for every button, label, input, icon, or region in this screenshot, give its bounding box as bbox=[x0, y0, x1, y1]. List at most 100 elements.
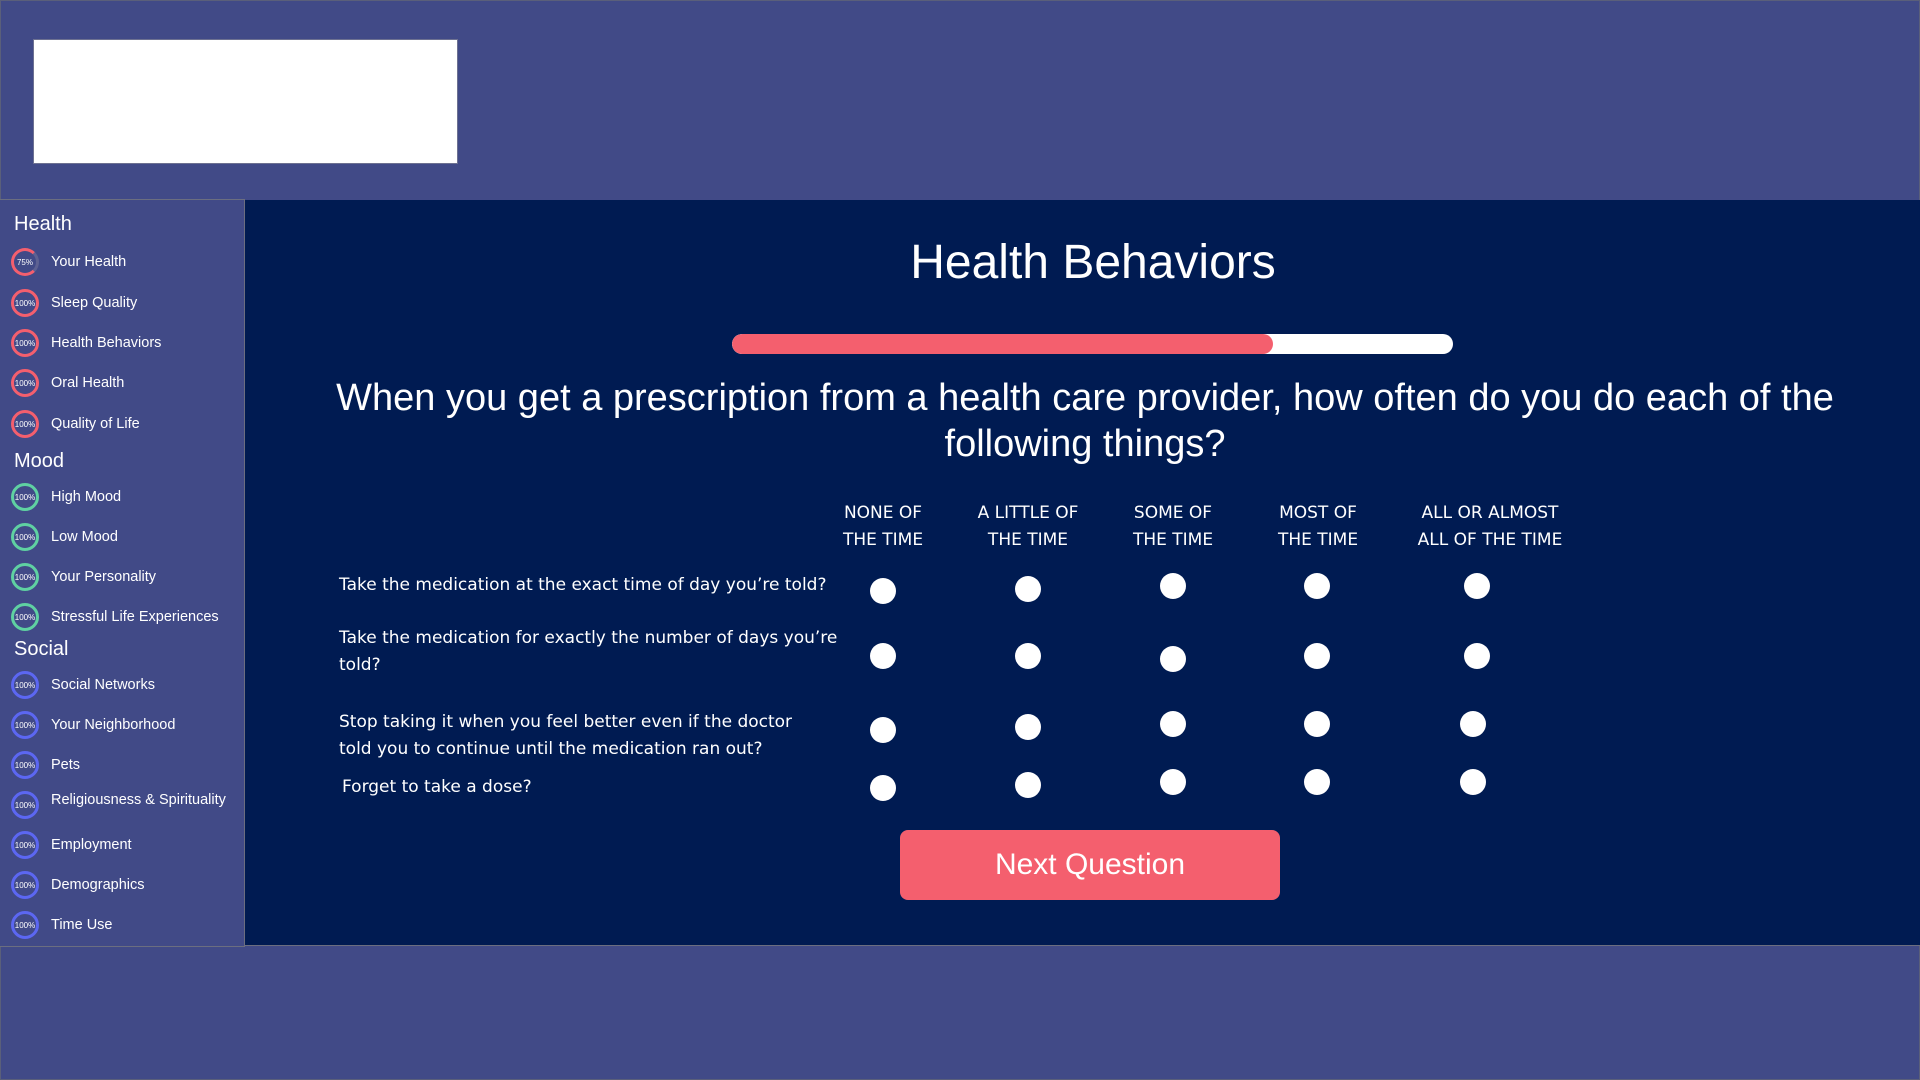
sidebar-item-label: Time Use bbox=[51, 917, 113, 933]
sidebar-item-label: Your Health bbox=[51, 254, 127, 270]
radio-row3-all[interactable] bbox=[1460, 711, 1486, 737]
progress-ring-icon: 75% bbox=[11, 248, 39, 276]
progress-ring-icon: 100% bbox=[11, 329, 39, 357]
sidebar: Health 75% Your Health 100% Sleep Qualit… bbox=[0, 199, 245, 947]
percent-label: 100% bbox=[14, 920, 36, 930]
percent-label: 100% bbox=[14, 338, 36, 348]
column-header-none: NONE OF THE TIME bbox=[843, 500, 923, 554]
radio-row4-all[interactable] bbox=[1460, 769, 1486, 795]
statement-line: told? bbox=[339, 655, 381, 675]
sidebar-item-time-use[interactable]: 100% Time Use bbox=[11, 908, 241, 942]
progress-ring-icon: 100% bbox=[11, 711, 39, 739]
sidebar-item-sleep-quality[interactable]: 100% Sleep Quality bbox=[11, 286, 241, 320]
statement-row-1-label: Take the medication at the exact time of… bbox=[339, 572, 859, 599]
column-header-line: THE TIME bbox=[987, 530, 1069, 550]
sidebar-item-social-networks[interactable]: 100% Social Networks bbox=[11, 668, 241, 702]
percent-label: 100% bbox=[14, 298, 36, 308]
radio-row3-a-little[interactable] bbox=[1015, 714, 1041, 740]
radio-row3-some[interactable] bbox=[1160, 711, 1186, 737]
statement-line: told you to continue until the medicatio… bbox=[339, 739, 763, 759]
sidebar-item-oral-health[interactable]: 100% Oral Health bbox=[11, 366, 241, 400]
sidebar-item-religiousness-spirituality[interactable]: 100% Religiousness & Spirituality bbox=[11, 788, 241, 822]
percent-label: 100% bbox=[14, 880, 36, 890]
percent-label: 100% bbox=[14, 378, 36, 388]
sidebar-item-label: High Mood bbox=[51, 489, 122, 505]
sidebar-item-your-personality[interactable]: 100% Your Personality bbox=[11, 560, 241, 594]
sidebar-item-demographics[interactable]: 100% Demographics bbox=[11, 868, 241, 902]
sidebar-item-label: Sleep Quality bbox=[51, 295, 138, 311]
radio-row1-none[interactable] bbox=[870, 578, 896, 604]
sidebar-item-label: Employment bbox=[51, 837, 132, 853]
radio-row3-most[interactable] bbox=[1304, 711, 1330, 737]
sidebar-item-label: Demographics bbox=[51, 877, 145, 893]
radio-row4-a-little[interactable] bbox=[1015, 772, 1041, 798]
radio-row2-all[interactable] bbox=[1464, 643, 1490, 669]
column-header-line: THE TIME bbox=[1132, 530, 1214, 550]
sidebar-item-your-health[interactable]: 75% Your Health bbox=[11, 245, 241, 279]
section-title-social: Social bbox=[14, 638, 69, 660]
column-header-line: A LITTLE OF bbox=[977, 503, 1079, 523]
radio-row2-a-little[interactable] bbox=[1015, 643, 1041, 669]
progress-ring-icon: 100% bbox=[11, 831, 39, 859]
radio-row4-some[interactable] bbox=[1160, 769, 1186, 795]
radio-row1-most[interactable] bbox=[1304, 573, 1330, 599]
radio-row1-some[interactable] bbox=[1160, 573, 1186, 599]
progress-ring-icon: 100% bbox=[11, 603, 39, 631]
radio-row1-a-little[interactable] bbox=[1015, 576, 1041, 602]
statement-row-3-label: Stop taking it when you feel better even… bbox=[339, 709, 859, 763]
percent-label: 100% bbox=[14, 680, 36, 690]
percent-label: 100% bbox=[14, 720, 36, 730]
percent-label: 100% bbox=[14, 492, 36, 502]
column-header-line: MOST OF bbox=[1279, 503, 1357, 523]
progress-ring-icon: 100% bbox=[11, 563, 39, 591]
sidebar-item-your-neighborhood[interactable]: 100% Your Neighborhood bbox=[11, 708, 241, 742]
progress-ring-icon: 100% bbox=[11, 523, 39, 551]
sidebar-item-label: Religiousness & Spirituality bbox=[51, 792, 226, 808]
column-header-all-or-almost-all: ALL OR ALMOST ALL OF THE TIME bbox=[1418, 500, 1563, 554]
column-header-a-little: A LITTLE OF THE TIME bbox=[978, 500, 1079, 554]
sidebar-item-label: Stressful Life Experiences bbox=[51, 609, 219, 625]
next-question-button[interactable]: Next Question bbox=[900, 830, 1280, 900]
sidebar-item-quality-of-life[interactable]: 100% Quality of Life bbox=[11, 407, 241, 441]
radio-row2-none[interactable] bbox=[870, 643, 896, 669]
progress-ring-icon: 100% bbox=[11, 410, 39, 438]
column-header-line: THE TIME bbox=[1277, 530, 1359, 550]
question-text: When you get a prescription from a healt… bbox=[336, 377, 1834, 465]
progress-ring-icon: 100% bbox=[11, 751, 39, 779]
sidebar-item-label: Quality of Life bbox=[51, 416, 140, 432]
column-header-line: ALL OR ALMOST bbox=[1421, 503, 1559, 523]
sidebar-item-high-mood[interactable]: 100% High Mood bbox=[11, 480, 241, 514]
sidebar-item-health-behaviors[interactable]: 100% Health Behaviors bbox=[11, 326, 241, 360]
main-panel: Health Behaviors When you get a prescrip… bbox=[245, 200, 1920, 946]
progress-ring-icon: 100% bbox=[11, 871, 39, 899]
percent-label: 100% bbox=[14, 419, 36, 429]
radio-row4-most[interactable] bbox=[1304, 769, 1330, 795]
survey-progress-bar bbox=[732, 334, 1453, 354]
radio-row4-none[interactable] bbox=[870, 775, 896, 801]
radio-row1-all[interactable] bbox=[1464, 573, 1490, 599]
column-header-line: ALL OF THE TIME bbox=[1417, 530, 1563, 550]
column-header-line: SOME OF bbox=[1133, 503, 1213, 523]
sidebar-item-pets[interactable]: 100% Pets bbox=[11, 748, 241, 782]
statement-line: Forget to take a dose? bbox=[342, 777, 532, 797]
sidebar-item-label: Social Networks bbox=[51, 677, 155, 693]
sidebar-item-label: Pets bbox=[51, 757, 81, 773]
section-title-mood: Mood bbox=[14, 450, 65, 472]
column-header-most: MOST OF THE TIME bbox=[1278, 500, 1358, 554]
statement-line: Take the medication at the exact time of… bbox=[339, 575, 827, 595]
radio-row2-some[interactable] bbox=[1160, 646, 1186, 672]
radio-row2-most[interactable] bbox=[1304, 643, 1330, 669]
section-title-health: Health bbox=[14, 213, 72, 235]
logo-placeholder bbox=[33, 39, 458, 164]
statement-line: Take the medication for exactly the numb… bbox=[339, 628, 838, 648]
statement-row-2-label: Take the medication for exactly the numb… bbox=[339, 625, 859, 679]
progress-ring-icon: 100% bbox=[11, 289, 39, 317]
column-header-line: NONE OF bbox=[843, 503, 923, 523]
sidebar-item-low-mood[interactable]: 100% Low Mood bbox=[11, 520, 241, 554]
sidebar-item-employment[interactable]: 100% Employment bbox=[11, 828, 241, 862]
progress-ring-icon: 100% bbox=[11, 483, 39, 511]
percent-label: 100% bbox=[14, 572, 36, 582]
radio-row3-none[interactable] bbox=[870, 717, 896, 743]
sidebar-item-stressful-life-experiences[interactable]: 100% Stressful Life Experiences bbox=[11, 600, 241, 634]
progress-ring-icon: 100% bbox=[11, 911, 39, 939]
